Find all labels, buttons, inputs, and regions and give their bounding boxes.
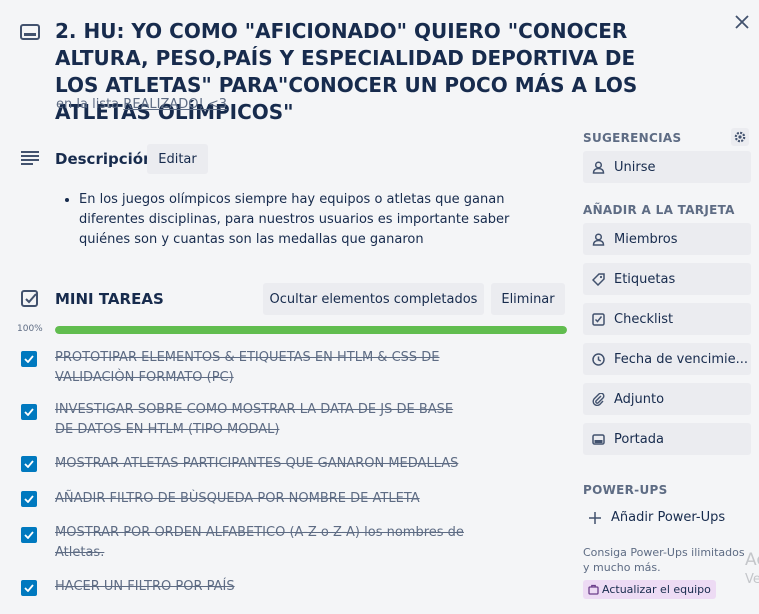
check-icon: [24, 460, 34, 468]
upgrade-team-button[interactable]: Actualizar el equipo: [583, 580, 716, 599]
add-to-card-label: AÑADIR A LA TARJETA: [583, 203, 735, 217]
close-button[interactable]: [731, 11, 753, 33]
checklist-item[interactable]: PROTOTIPAR ELEMENTOS & ETIQUETAS EN HTLM…: [55, 348, 475, 388]
check-icon: [24, 531, 34, 539]
due-date-button[interactable]: Fecha de vencimie...: [583, 343, 751, 375]
check-icon: [24, 408, 34, 416]
powerups-note: Consiga Power-Ups ilimitados y mucho más…: [583, 546, 745, 574]
checkbox[interactable]: [21, 580, 37, 596]
watermark-text-2: Ve: [745, 572, 759, 587]
checklist-icon: [21, 290, 39, 308]
members-button[interactable]: Miembros: [583, 223, 751, 255]
attachment-label: Adjunto: [614, 391, 665, 407]
add-powerups-button[interactable]: Añadir Power-Ups: [589, 510, 725, 525]
progress-fill: [55, 326, 567, 334]
user-icon: [592, 160, 605, 174]
checklist-item[interactable]: HACER UN FILTRO POR PAÍS: [55, 577, 475, 597]
delete-checklist-button[interactable]: Eliminar: [491, 283, 565, 315]
checklist-icon: [592, 312, 605, 326]
briefcase-icon: [588, 584, 599, 595]
labels-button[interactable]: Etiquetas: [583, 263, 751, 295]
description-heading: Descripción: [55, 150, 154, 168]
cover-button[interactable]: Portada: [583, 423, 751, 455]
members-label: Miembros: [614, 231, 678, 247]
list-prefix: en la lista: [56, 97, 120, 112]
list-breadcrumb: en la lista REALIZADO! <3: [56, 97, 227, 112]
gear-icon: [734, 131, 746, 143]
checklist-label: Checklist: [614, 311, 674, 327]
description-bullet: En los juegos olímpicos siempre hay equi…: [79, 190, 560, 250]
attachment-button[interactable]: Adjunto: [583, 383, 751, 415]
description-icon: [20, 150, 40, 166]
clock-icon: [592, 352, 605, 366]
suggestions-settings-button[interactable]: [731, 128, 749, 146]
checkbox[interactable]: [21, 351, 37, 367]
cover-icon: [592, 433, 605, 445]
user-icon: [592, 232, 605, 246]
progress-percent: 100%: [17, 324, 43, 334]
labels-label: Etiquetas: [614, 271, 676, 287]
plus-icon: [589, 511, 601, 524]
checklist-item[interactable]: MOSTRAR ATLETAS PARTICIPANTES QUE GANARO…: [55, 454, 475, 474]
card-icon: [20, 22, 40, 42]
checkbox[interactable]: [21, 456, 37, 472]
checklist-item[interactable]: AÑADIR FILTRO DE BÙSQUEDA POR NOMBRE DE …: [55, 489, 475, 509]
suggestions-label: SUGERENCIAS: [583, 131, 682, 145]
join-label: Unirse: [614, 159, 656, 175]
edit-description-button[interactable]: Editar: [147, 144, 208, 174]
tag-icon: [592, 272, 605, 286]
checklist-item[interactable]: INVESTIGAR SOBRE COMO MOSTRAR LA DATA DE…: [55, 400, 475, 440]
progress-bar: [55, 326, 567, 334]
add-powerups-label: Añadir Power-Ups: [611, 510, 726, 525]
join-button[interactable]: Unirse: [583, 151, 751, 183]
hide-completed-button[interactable]: Ocultar elementos completados: [263, 283, 484, 315]
description-body[interactable]: En los juegos olímpicos siempre hay equi…: [60, 190, 560, 250]
checkbox[interactable]: [21, 404, 37, 420]
watermark-text: Ac: [745, 550, 759, 570]
checklist-item[interactable]: MOSTRAR POR ORDEN ALFABETICO (A-Z o Z-A)…: [55, 523, 475, 563]
paperclip-icon: [592, 392, 605, 406]
checklist-heading[interactable]: MINI TAREAS: [55, 290, 164, 308]
due-date-label: Fecha de vencimie...: [614, 351, 748, 367]
checkbox[interactable]: [21, 491, 37, 507]
checklist-button[interactable]: Checklist: [583, 303, 751, 335]
powerups-label: POWER-UPS: [583, 483, 668, 497]
list-link[interactable]: REALIZADO! <3: [123, 97, 227, 112]
close-icon: [735, 15, 749, 29]
checkbox[interactable]: [21, 527, 37, 543]
check-icon: [24, 584, 34, 592]
check-icon: [24, 355, 34, 363]
cover-label: Portada: [614, 431, 664, 447]
upgrade-label: Actualizar el equipo: [602, 583, 711, 596]
check-icon: [24, 495, 34, 503]
